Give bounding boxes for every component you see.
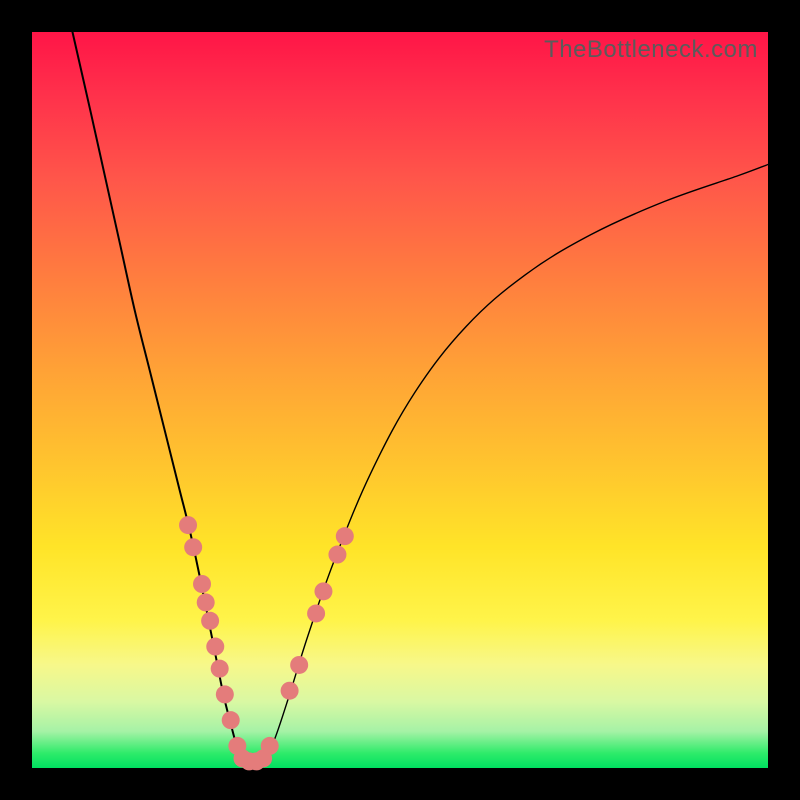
marker-dot [281, 682, 299, 700]
marker-dot [261, 737, 279, 755]
marker-dot [206, 638, 224, 656]
marker-dot [197, 593, 215, 611]
marker-dot [211, 660, 229, 678]
marker-dot [328, 546, 346, 564]
marker-dot [216, 685, 234, 703]
marker-dot [307, 604, 325, 622]
marker-dot [222, 711, 240, 729]
marker-dot [193, 575, 211, 593]
marker-dot [201, 612, 219, 630]
marker-dot [290, 656, 308, 674]
curve-layer [32, 32, 768, 768]
plot-area: TheBottleneck.com [32, 32, 768, 768]
marker-dot [314, 582, 332, 600]
chart-frame: TheBottleneck.com [0, 0, 800, 800]
marker-dot [336, 527, 354, 545]
marker-dot [184, 538, 202, 556]
series-right-branch [264, 164, 768, 762]
marker-dot [179, 516, 197, 534]
